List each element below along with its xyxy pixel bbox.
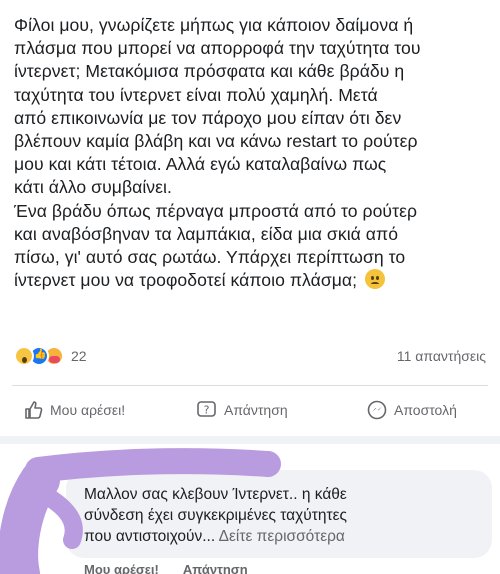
post-line: μου και κάτι τέτοια. Αλλά εγώ καταλαβαίν… — [14, 154, 387, 175]
svg-text:?: ? — [204, 404, 210, 417]
post-line: πίσω, γι' αυτό σας ρωτάω. Υπάρχει περίπτ… — [14, 247, 406, 268]
reactions-summary[interactable]: 22 — [14, 344, 87, 368]
comment-like-button[interactable]: Μου αρέσει! — [84, 562, 159, 574]
messenger-icon — [367, 400, 387, 420]
worried-face-icon — [365, 269, 386, 290]
send-label: Αποστολή — [394, 402, 457, 418]
wow-reaction-icon — [14, 346, 34, 366]
comment-line: σύνδεση έχει συγκεκριμένες ταχύτητες — [84, 507, 347, 524]
post-line: από επικοινωνία με τον πάροχο μου είπαν … — [14, 107, 402, 128]
comments-count[interactable]: 11 απαντήσεις — [397, 348, 486, 364]
see-more-link[interactable]: Δείτε περισσότερα — [219, 528, 345, 545]
post-line-last: ίντερνετ μου να τροφοδοτεί κάποιο πλάσμα… — [14, 269, 490, 292]
section-separator — [0, 436, 500, 444]
post-line: ταχύτητα του ίντερνετ είναι πολύ χαμηλή.… — [14, 84, 378, 105]
post-line-text: ίντερνετ μου να τροφοδοτεί κάποιο πλάσμα… — [14, 270, 358, 291]
post-line: Ένα βράδυ όπως πέρναγα μπροστά από το ρο… — [14, 200, 418, 221]
thumbs-up-icon — [25, 401, 43, 419]
comment-line-text: που αντιστοιχούν... — [84, 528, 216, 545]
like-label: Μου αρέσει! — [50, 402, 126, 418]
comment-line-last: που αντιστοιχούν... Δείτε περισσότερα — [84, 526, 484, 547]
reply-label: Απάντηση — [224, 402, 288, 418]
post-line: ίντερνετ; Μετακόμισα πρόσφατα και κάθε β… — [14, 61, 405, 82]
comment-actions: Μου αρέσει! Απάντηση — [84, 562, 248, 574]
post-line: Φίλοι μου, γνωρίζετε μήπως για κάποιον δ… — [14, 15, 414, 35]
post-actions: Μου αρέσει! ? Απάντηση Αποστολή — [0, 396, 500, 424]
post-line: και αναβόσβηναν τα λαμπάκια, είδα μια σκ… — [14, 223, 399, 244]
comment-reply-button[interactable]: Απάντηση — [183, 562, 248, 574]
send-button[interactable]: Αποστολή — [366, 396, 457, 424]
comment-text: Μαλλον σας κλεβουν Ίντερνετ.. η κάθε σύν… — [84, 484, 484, 547]
post-line: βλέπουν καμία βλάβη και να κάνω restart … — [14, 131, 418, 152]
post-line: πλάσμα που μπορεί να απορροφά την ταχύτη… — [14, 38, 421, 59]
post-body: Φίλοι μου, γνωρίζετε μήπως για κάποιον δ… — [14, 14, 490, 292]
divider — [12, 385, 488, 386]
reply-button[interactable]: ? Απάντηση — [196, 396, 288, 424]
question-bubble-icon: ? — [197, 401, 216, 417]
like-button[interactable]: Μου αρέσει! — [24, 396, 125, 424]
post-line: κάτι άλλο συμβαίνει. — [14, 177, 172, 198]
comment-line: Μαλλον σας κλεβουν Ίντερνετ.. η κάθε — [84, 486, 347, 503]
reaction-count: 22 — [71, 348, 87, 364]
